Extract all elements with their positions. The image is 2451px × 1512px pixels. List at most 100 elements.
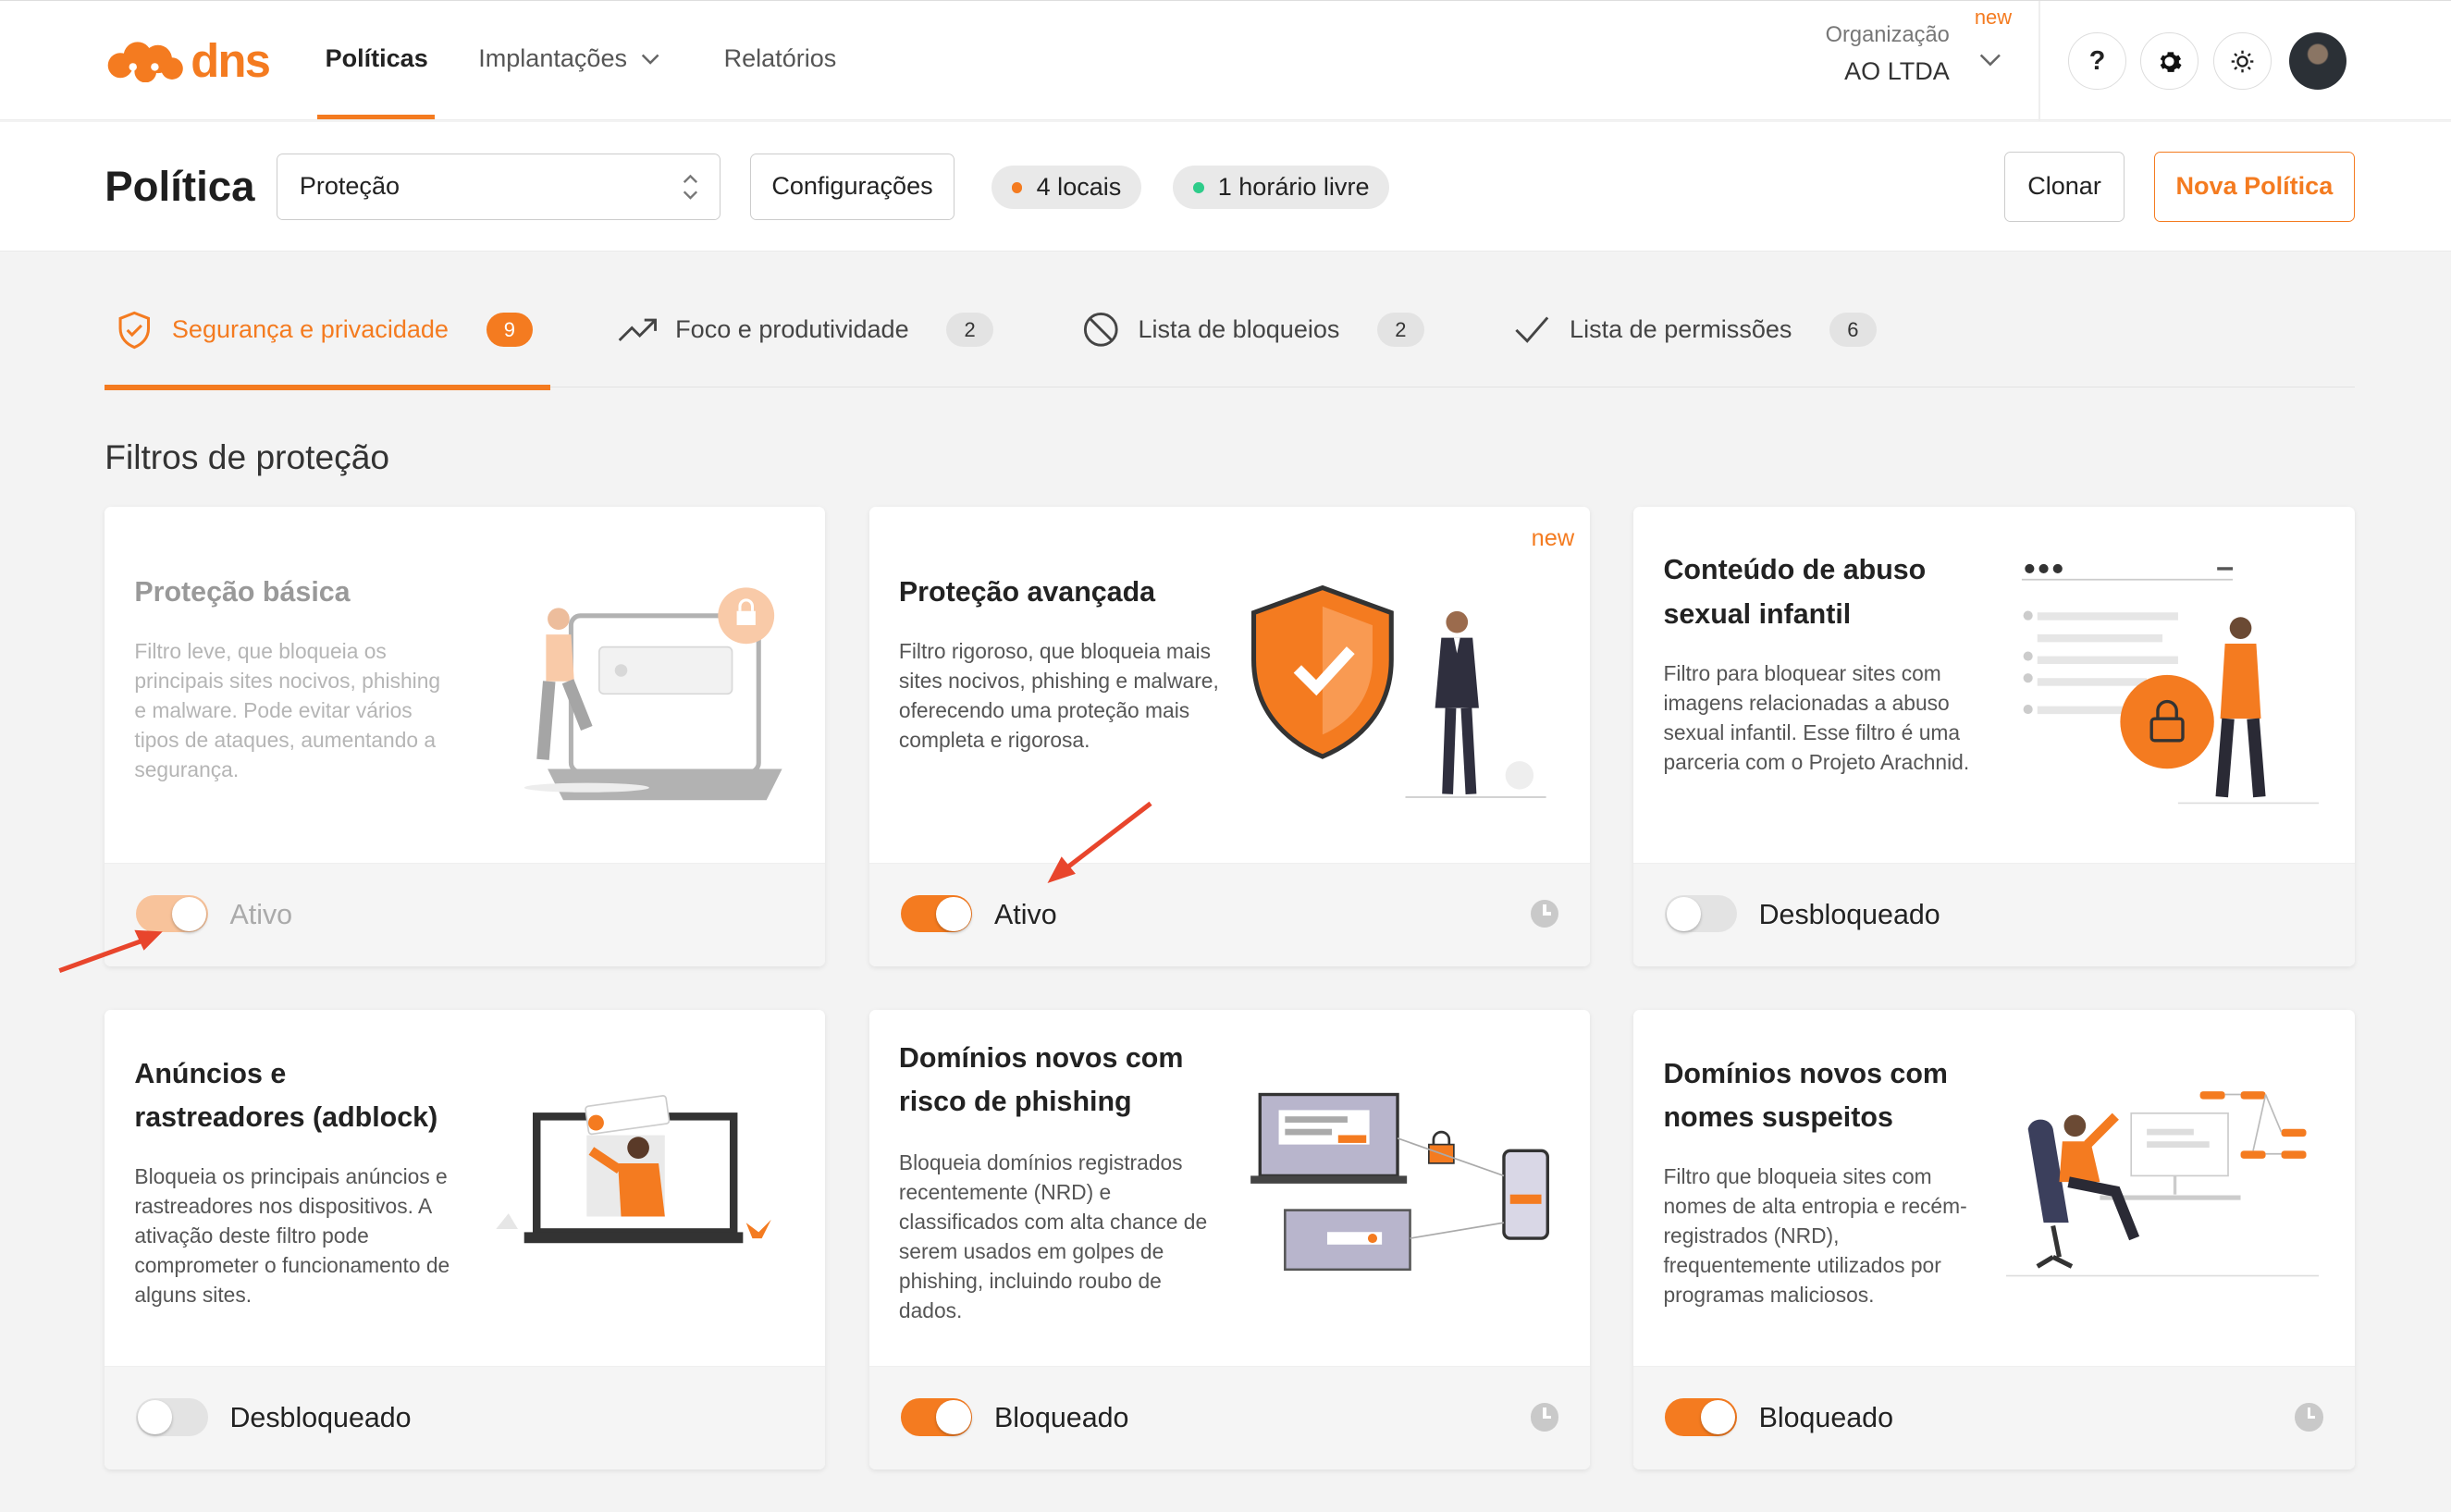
cloud-logo-icon bbox=[107, 41, 183, 82]
section-title: Filtros de proteção bbox=[105, 437, 390, 477]
dns-logo[interactable]: dns bbox=[106, 33, 271, 87]
card-footer: Ativo bbox=[868, 863, 1591, 966]
new-badge: new bbox=[1531, 524, 1575, 551]
toggle-switch[interactable] bbox=[900, 1398, 973, 1436]
toggle-status: Desbloqueado bbox=[229, 1402, 412, 1434]
toggle-status: Bloqueado bbox=[994, 1402, 1129, 1434]
orange-dot-icon bbox=[1011, 181, 1023, 193]
tab-label: Segurança e privacidade bbox=[171, 315, 449, 344]
nav-relatorios[interactable]: Relatórios bbox=[724, 44, 837, 73]
policy-select[interactable]: Proteção bbox=[277, 153, 721, 221]
card-title: Domínios novos com risco de phishing bbox=[898, 1041, 1184, 1117]
org-new-badge: new bbox=[1974, 6, 2013, 30]
toggle-switch[interactable] bbox=[136, 1398, 208, 1436]
shield-person-illustration bbox=[1251, 584, 1546, 798]
tab-security-privacy[interactable]: Segurança e privacidade 9 bbox=[114, 310, 534, 350]
toggle-switch[interactable] bbox=[136, 894, 208, 933]
card-footer: Bloqueado bbox=[1633, 1366, 2355, 1469]
toggle-knob bbox=[137, 1399, 172, 1434]
toggle-status: Ativo bbox=[994, 898, 1057, 930]
toggle-knob bbox=[171, 896, 207, 931]
tab-label: Lista de permissões bbox=[1570, 315, 1792, 344]
toggle-switch[interactable] bbox=[1665, 1398, 1737, 1436]
card-footer: Desbloqueado bbox=[1633, 863, 2355, 966]
filter-card-basic: Proteção básica Filtro leve, que bloquei… bbox=[105, 506, 826, 966]
top-navigation: dns Políticas Implantações Relatórios ne… bbox=[0, 0, 2451, 122]
filter-card-advanced: new Proteção avançada Filtro rigoroso, q… bbox=[868, 506, 1591, 966]
filter-card-nrd-phishing: Domínios novos com risco de phishing Blo… bbox=[868, 1009, 1591, 1469]
card-title: Proteção avançada bbox=[898, 575, 1156, 608]
user-avatar[interactable] bbox=[2288, 31, 2347, 91]
laptop-person-illustration bbox=[523, 587, 782, 801]
card-description: Filtro para bloquear sites com imagens r… bbox=[1663, 660, 1970, 774]
card-description: Bloqueia domínios registrados recentemen… bbox=[898, 1149, 1208, 1323]
card-description: Filtro leve, que bloqueia os principais … bbox=[134, 638, 441, 782]
person-chair-network-illustration bbox=[2005, 1090, 2319, 1277]
config-button[interactable]: Configurações bbox=[750, 153, 955, 221]
laptop-ad-illustration bbox=[495, 1094, 771, 1243]
org-chevron-down-icon[interactable] bbox=[1979, 53, 2001, 67]
nav-active-indicator bbox=[317, 115, 435, 120]
shield-check-icon bbox=[114, 310, 154, 350]
freetime-pill-label: 1 horário livre bbox=[1217, 173, 1370, 202]
clock-icon[interactable] bbox=[2295, 1403, 2323, 1432]
help-icon: ? bbox=[2088, 45, 2106, 76]
tab-count-badge: 6 bbox=[1829, 313, 1877, 348]
clock-icon[interactable] bbox=[1530, 899, 1559, 928]
settings-button[interactable] bbox=[2140, 31, 2199, 91]
toggle-status: Ativo bbox=[229, 898, 293, 930]
policy-bar: Política Proteção Configurações 4 locais… bbox=[0, 121, 2451, 252]
locations-pill-label: 4 locais bbox=[1036, 173, 1122, 202]
tab-count-badge: 2 bbox=[946, 313, 993, 348]
theme-button[interactable] bbox=[2213, 31, 2272, 91]
toggle-knob bbox=[936, 1399, 971, 1434]
card-description: Bloqueia os principais anúncios e rastre… bbox=[134, 1163, 450, 1308]
toggle-switch[interactable] bbox=[1665, 894, 1737, 933]
toggle-status: Bloqueado bbox=[1758, 1402, 1893, 1434]
nav-implantacoes-label: Implantações bbox=[478, 44, 627, 73]
new-policy-button[interactable]: Nova Política bbox=[2154, 151, 2355, 222]
check-icon bbox=[1512, 310, 1553, 350]
help-button[interactable]: ? bbox=[2068, 31, 2126, 91]
card-title: Anúncios e rastreadores (adblock) bbox=[134, 1057, 438, 1133]
tab-blocklist[interactable]: Lista de bloqueios 2 bbox=[1080, 310, 1424, 350]
clone-button[interactable]: Clonar bbox=[2003, 151, 2125, 222]
card-title: Domínios novos com nomes suspeitos bbox=[1663, 1057, 1948, 1133]
tab-count-badge: 9 bbox=[486, 313, 534, 348]
card-footer: Ativo bbox=[105, 863, 826, 966]
chevron-down-icon bbox=[642, 54, 659, 65]
card-description: Filtro que bloqueia sites com nomes de a… bbox=[1663, 1163, 1967, 1308]
clock-icon[interactable] bbox=[1530, 1403, 1559, 1432]
organization-selector[interactable]: Organização AO LTDA bbox=[1826, 23, 1950, 86]
toggle-knob bbox=[936, 896, 971, 931]
filter-card-adblock: Anúncios e rastreadores (adblock) Bloque… bbox=[105, 1009, 826, 1469]
devices-phishing-illustration bbox=[1250, 1092, 1550, 1271]
tab-focus-productivity[interactable]: Foco e produtividade 2 bbox=[618, 310, 993, 350]
gear-icon bbox=[2160, 51, 2182, 72]
card-title: Conteúdo de abuso sexual infantil bbox=[1663, 554, 1927, 630]
toggle-knob bbox=[1666, 896, 1702, 931]
nav-implantacoes[interactable]: Implantações bbox=[478, 44, 659, 73]
nav-politicas[interactable]: Políticas bbox=[326, 44, 428, 73]
filter-tabs: Segurança e privacidade 9 Foco e produti… bbox=[105, 285, 2355, 390]
select-updown-icon bbox=[683, 174, 697, 200]
tab-allowlist[interactable]: Lista de permissões 6 bbox=[1512, 310, 1877, 350]
policy-select-value: Proteção bbox=[299, 172, 400, 201]
toggle-switch[interactable] bbox=[900, 894, 973, 933]
logo-text: dns bbox=[191, 33, 271, 87]
trending-up-icon bbox=[618, 310, 659, 350]
card-footer: Bloqueado bbox=[868, 1366, 1591, 1469]
toggle-status: Desbloqueado bbox=[1758, 898, 1940, 930]
locations-pill[interactable]: 4 locais bbox=[991, 166, 1142, 210]
card-description: Filtro rigoroso, que bloqueia mais sites… bbox=[898, 638, 1219, 753]
sun-icon bbox=[2231, 50, 2254, 72]
card-title: Proteção básica bbox=[134, 575, 351, 608]
org-value: AO LTDA bbox=[1844, 56, 1950, 85]
page-title: Política bbox=[105, 162, 255, 210]
block-icon bbox=[1080, 310, 1121, 350]
freetime-pill[interactable]: 1 horário livre bbox=[1172, 166, 1390, 210]
org-label: Organização bbox=[1825, 22, 1950, 47]
filter-card-nrd-suspicious: Domínios novos com nomes suspeitos Filtr… bbox=[1633, 1009, 2355, 1469]
tab-label: Lista de bloqueios bbox=[1138, 315, 1340, 344]
lock-document-person-illustration bbox=[2021, 564, 2319, 805]
